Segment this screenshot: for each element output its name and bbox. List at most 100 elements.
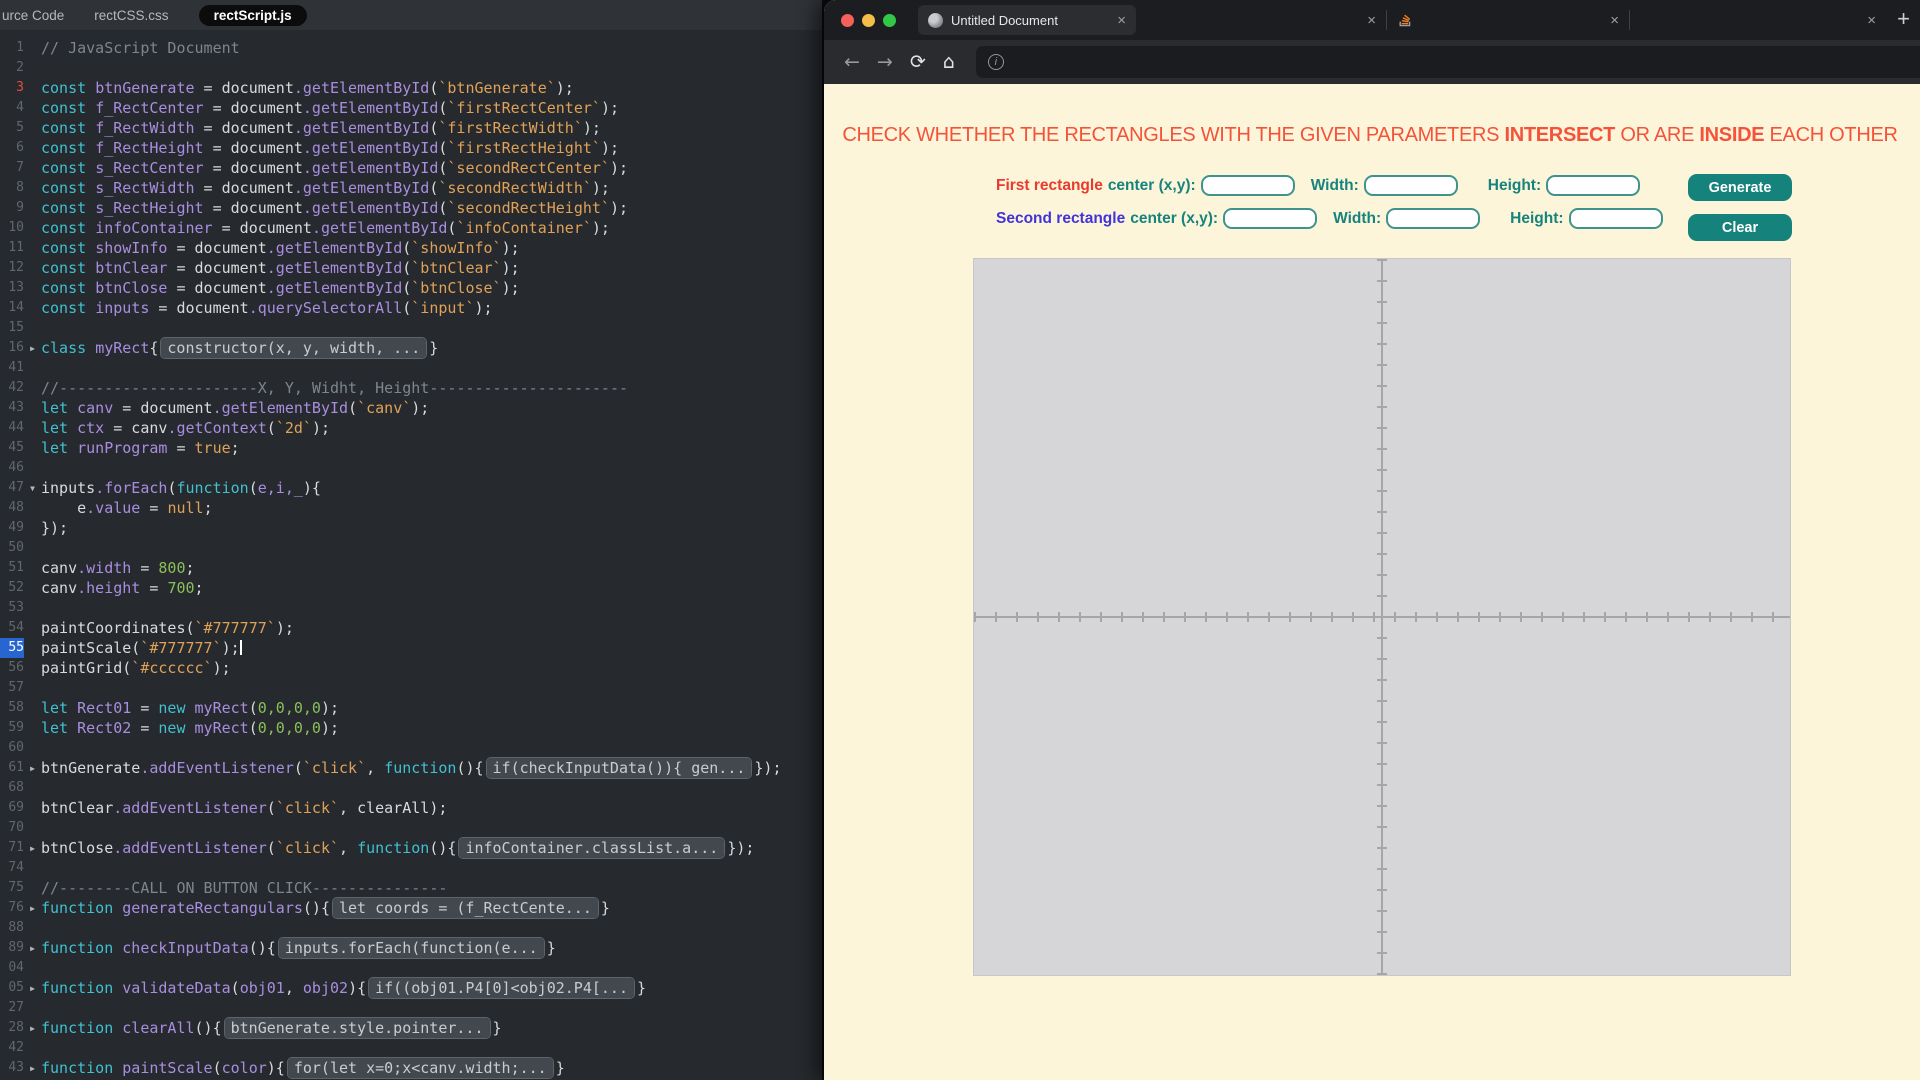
line-number[interactable]: 50 [0, 538, 24, 558]
line-number[interactable]: 49 [0, 518, 24, 538]
rect1-width-input[interactable] [1363, 175, 1458, 196]
code-line[interactable]: 46 [0, 458, 822, 478]
line-number[interactable]: 44 [0, 418, 24, 438]
line-number[interactable]: 05 [0, 978, 24, 998]
code-line[interactable]: 89 ▶ function checkInputData(){inputs.forE… [0, 938, 822, 958]
line-number[interactable]: 55 [0, 638, 24, 658]
line-number[interactable]: 11 [0, 238, 24, 258]
line-number[interactable]: 57 [0, 678, 24, 698]
browser-tab[interactable]: × [1136, 5, 1386, 35]
line-number[interactable]: 70 [0, 818, 24, 838]
code-line[interactable]: 51 canv.width = 800; [0, 558, 822, 578]
fold-closed-icon[interactable]: ▶ [24, 978, 41, 999]
folded-code-pill[interactable]: inputs.forEach(function(e... [278, 938, 544, 958]
line-number[interactable]: 59 [0, 718, 24, 738]
line-number[interactable]: 42 [0, 1038, 24, 1058]
line-number[interactable]: 45 [0, 438, 24, 458]
tab-close-icon[interactable]: × [1367, 13, 1376, 28]
line-number[interactable]: 41 [0, 358, 24, 378]
line-number[interactable]: 68 [0, 778, 24, 798]
code-line[interactable]: 42 [0, 1038, 822, 1058]
code-line[interactable]: 5 const f_RectWidth = document.getElement… [0, 118, 822, 138]
forward-button[interactable]: → [877, 52, 893, 72]
line-number[interactable]: 15 [0, 318, 24, 338]
code-line[interactable]: 61 ▶ btnGenerate.addEventListener(`click`,… [0, 758, 822, 778]
line-number[interactable]: 2 [0, 58, 24, 78]
back-button[interactable]: ← [844, 52, 860, 72]
line-number[interactable]: 75 [0, 878, 24, 898]
reload-button[interactable]: ⟳ [910, 52, 926, 72]
fold-closed-icon[interactable]: ▶ [24, 1018, 41, 1039]
code-area[interactable]: 1 // JavaScript Document 2 3 const btnGenera… [0, 30, 822, 1080]
code-line[interactable]: 7 const s_RectCenter = document.getElemen… [0, 158, 822, 178]
line-number[interactable]: 51 [0, 558, 24, 578]
code-line[interactable]: 75 //--------CALL ON BUTTON CLICK--------… [0, 878, 822, 898]
code-line[interactable]: 76 ▶ function generateRectangulars(){let c… [0, 898, 822, 918]
code-line[interactable]: 6 const f_RectHeight = document.getElemen… [0, 138, 822, 158]
code-line[interactable]: 52 canv.height = 700; [0, 578, 822, 598]
fold-closed-icon[interactable]: ▶ [24, 898, 41, 919]
code-line[interactable]: 28 ▶ function clearAll(){btnGenerate.style… [0, 1018, 822, 1038]
line-number[interactable]: 3 [0, 78, 24, 98]
rect2-height-input[interactable] [1568, 208, 1663, 229]
line-number[interactable]: 56 [0, 658, 24, 678]
folded-code-pill[interactable]: for(let x=0;x<canv.width;... [287, 1058, 553, 1078]
line-number[interactable]: 12 [0, 258, 24, 278]
code-line[interactable]: 45 let runProgram = true; [0, 438, 822, 458]
line-number[interactable]: 89 [0, 938, 24, 958]
code-line[interactable]: 47 ▼ inputs.forEach(function(e,i,_){ [0, 478, 822, 498]
code-line[interactable]: 56 paintGrid(`#cccccc`); [0, 658, 822, 678]
code-line[interactable]: 70 [0, 818, 822, 838]
tab-close-icon[interactable]: × [1117, 13, 1126, 28]
rect2-width-input[interactable] [1386, 208, 1481, 229]
line-number[interactable]: 76 [0, 898, 24, 918]
code-line[interactable]: 59 let Rect02 = new myRect(0,0,0,0); [0, 718, 822, 738]
code-line[interactable]: 68 [0, 778, 822, 798]
line-number[interactable]: 42 [0, 378, 24, 398]
browser-tab[interactable]: Untitled Document × [918, 5, 1136, 35]
line-number[interactable]: 14 [0, 298, 24, 318]
code-line[interactable]: 43 let canv = document.getElementById(`ca… [0, 398, 822, 418]
new-tab-button[interactable]: + [1891, 6, 1920, 34]
line-number[interactable]: 5 [0, 118, 24, 138]
line-number[interactable]: 9 [0, 198, 24, 218]
code-line[interactable]: 43 ▶ function paintScale(color){for(let x=… [0, 1058, 822, 1078]
folded-code-pill[interactable]: if(checkInputData()){ gen... [486, 758, 752, 778]
code-line[interactable]: 88 [0, 918, 822, 938]
line-number[interactable]: 7 [0, 158, 24, 178]
line-number[interactable]: 53 [0, 598, 24, 618]
code-line[interactable]: 05 ▶ function validateData(obj01, obj02){i… [0, 978, 822, 998]
code-line[interactable]: 48 e.value = null; [0, 498, 822, 518]
code-line[interactable]: 12 const btnClear = document.getElementBy… [0, 258, 822, 278]
line-number[interactable]: 46 [0, 458, 24, 478]
zoom-window-button[interactable] [883, 13, 896, 27]
code-line[interactable]: 2 [0, 58, 822, 78]
code-line[interactable]: 49}); [0, 518, 822, 538]
code-line[interactable]: 14 const inputs = document.querySelectorA… [0, 298, 822, 318]
line-number[interactable]: 69 [0, 798, 24, 818]
code-line[interactable]: 55 paintScale(`#777777`); [0, 638, 822, 658]
fold-closed-icon[interactable]: ▶ [24, 758, 41, 779]
line-number[interactable]: 74 [0, 858, 24, 878]
rect1-center-input[interactable] [1200, 175, 1295, 196]
fold-closed-icon[interactable]: ▶ [24, 938, 41, 959]
rect1-height-input[interactable] [1546, 175, 1641, 196]
code-line[interactable]: 4 const f_RectCenter = document.getElemen… [0, 98, 822, 118]
address-bar[interactable]: i [975, 46, 1920, 78]
line-number[interactable]: 10 [0, 218, 24, 238]
line-number[interactable]: 16 [0, 338, 24, 358]
browser-tab[interactable]: × [1387, 5, 1629, 35]
minimize-window-button[interactable] [862, 13, 875, 27]
line-number[interactable]: 54 [0, 618, 24, 638]
line-number[interactable]: 8 [0, 178, 24, 198]
close-window-button[interactable] [841, 13, 854, 27]
line-number[interactable]: 1 [0, 38, 24, 58]
code-line[interactable]: 57 [0, 678, 822, 698]
fold-open-icon[interactable]: ▼ [24, 478, 41, 499]
folded-code-pill[interactable]: if((obj01.P4[0]<obj02.P4[... [369, 978, 634, 998]
code-line[interactable]: 54 paintCoordinates(`#777777`); [0, 618, 822, 638]
line-number[interactable]: 28 [0, 1018, 24, 1038]
editor-tab[interactable]: urce Code [2, 8, 64, 23]
clear-button[interactable]: Clear [1688, 214, 1792, 241]
grid-canvas[interactable] [973, 258, 1791, 976]
